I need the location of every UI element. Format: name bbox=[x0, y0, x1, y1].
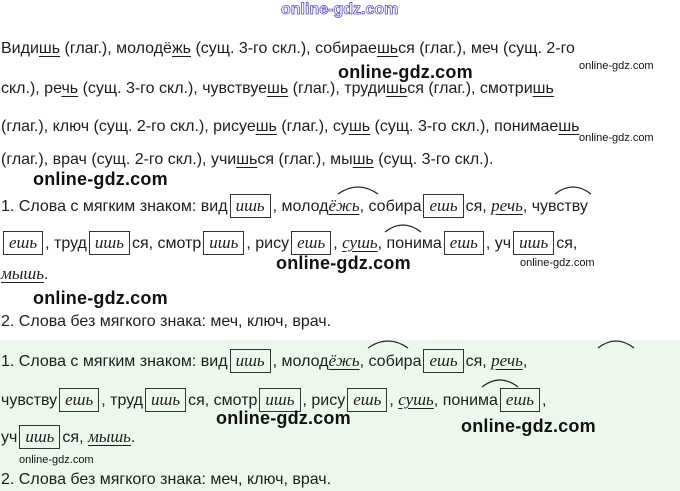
watermark: online-gdz.com bbox=[338, 62, 473, 82]
ending-box: ешь bbox=[499, 388, 541, 412]
watermark: online-gdz.com bbox=[33, 288, 168, 308]
watermark: online-gdz.com bbox=[579, 132, 654, 144]
ending-box: ишь bbox=[513, 231, 555, 255]
ending-box: ишь bbox=[145, 388, 187, 412]
answer2-line-4: 2. Слова без мягкого знака: меч, ключ, в… bbox=[1, 471, 332, 488]
ending-box: ишь bbox=[19, 425, 61, 449]
answer1-line-2: ешь, труд ишь ся, смотр ишь, рису ешь, сушь,… bbox=[1, 231, 577, 255]
ending-box: ешь bbox=[291, 231, 332, 255]
watermark: online-gdz.com bbox=[19, 454, 94, 466]
watermark: online-gdz.com bbox=[579, 60, 654, 72]
answer1-line-1: 1. Слова с мягким знаком: вид ишь, молодё… bbox=[1, 194, 588, 218]
root-arc-mark bbox=[367, 340, 409, 349]
watermark: online-gdz.com bbox=[216, 408, 351, 428]
root-arc-mark bbox=[337, 186, 379, 195]
ending-box: ишь bbox=[203, 231, 245, 255]
answer2-line-1: 1. Слова с мягким знаком: вид ишь, молодё… bbox=[1, 349, 527, 373]
answer1-line-4: 2. Слова без мягкого знака: меч, ключ, в… bbox=[1, 313, 332, 330]
answer2-line-3: уч ишь ся, мышь. bbox=[1, 425, 135, 449]
root-arc-mark bbox=[384, 224, 422, 233]
task-line-3: (глаг.), ключ (сущ. 2-го скл.), рисуешь … bbox=[1, 118, 580, 135]
watermark: online-gdz.com bbox=[520, 257, 595, 269]
task-line-4: (глаг.), врач (сущ. 2-го скл.), учишься … bbox=[1, 151, 494, 168]
ending-box: ешь bbox=[443, 231, 484, 255]
answer1-line-3: мышь. bbox=[1, 264, 49, 283]
site-watermark-top: online-gdz.com bbox=[281, 1, 399, 19]
task-line-1: Видишь (глаг.), молодёжь (сущ. 3-го скл.… bbox=[1, 40, 575, 57]
watermark: online-gdz.com bbox=[276, 253, 411, 273]
root-arc-mark bbox=[597, 340, 635, 349]
ending-box: ешь bbox=[3, 231, 44, 255]
ending-box: ешь bbox=[347, 388, 388, 412]
root-arc-mark bbox=[554, 186, 592, 195]
ending-box: ишь bbox=[88, 231, 130, 255]
ending-box: ешь bbox=[423, 194, 464, 218]
ending-box: ешь bbox=[423, 349, 464, 373]
ending-box: ешь bbox=[59, 388, 100, 412]
watermark: online-gdz.com bbox=[33, 169, 168, 189]
ending-box: ишь bbox=[229, 349, 271, 373]
watermark: online-gdz.com bbox=[461, 416, 596, 436]
root-arc-mark bbox=[481, 379, 519, 388]
ending-box: ишь bbox=[229, 194, 271, 218]
